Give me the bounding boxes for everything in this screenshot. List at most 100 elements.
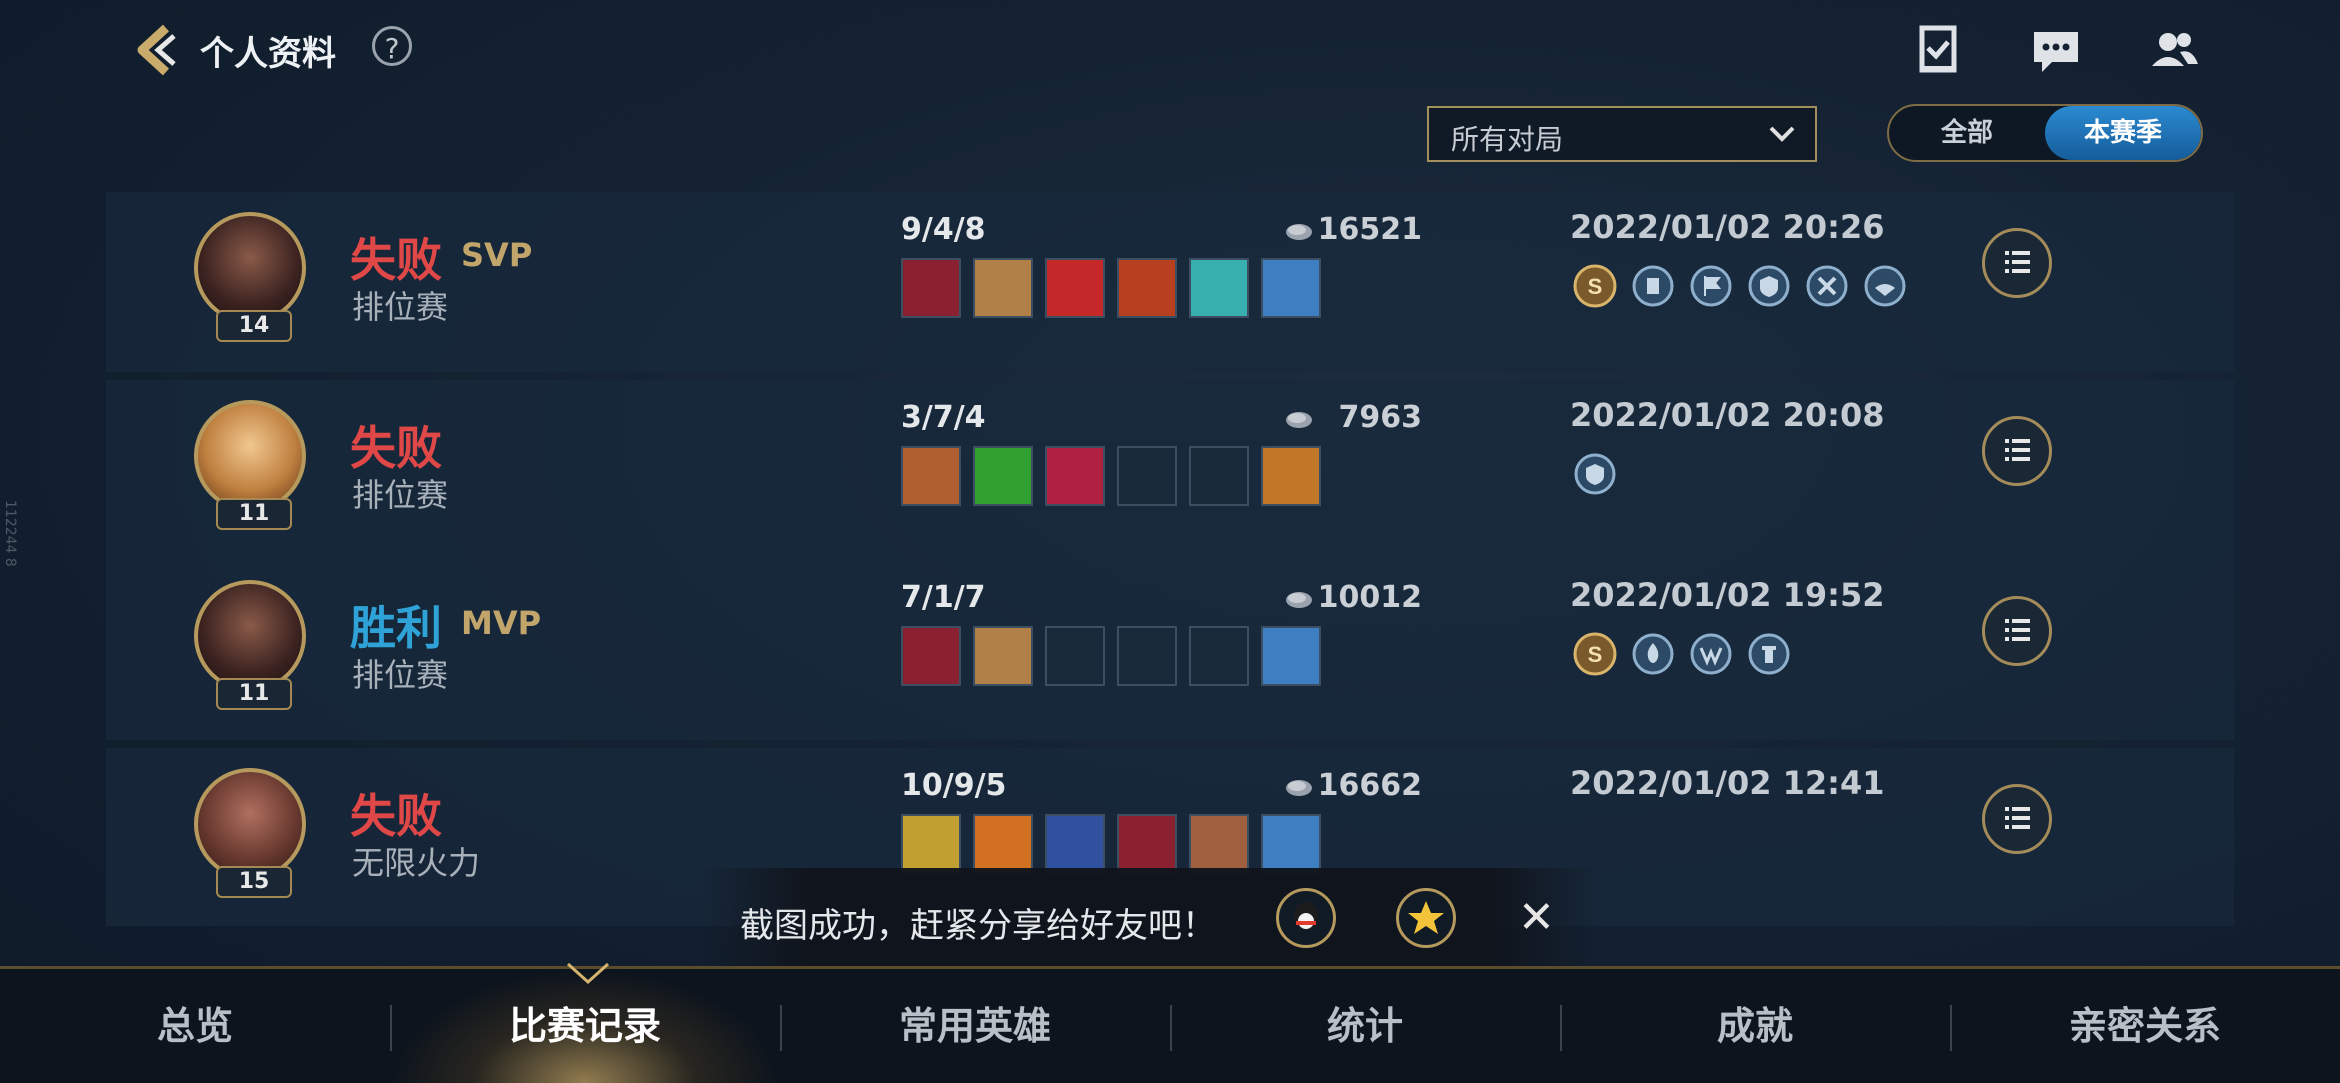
item-slot <box>1117 258 1177 318</box>
tab-statistics[interactable]: 统计 <box>1170 969 1560 1083</box>
tab-relationships[interactable]: 亲密关系 <box>1950 969 2340 1083</box>
qzone-star-icon <box>1408 901 1444 934</box>
match-detail-button[interactable] <box>1982 228 2052 298</box>
back-button[interactable] <box>130 22 186 78</box>
help-button[interactable]: ? <box>372 26 412 66</box>
game-mode: 排位赛 <box>352 476 449 514</box>
match-result: 失败 <box>350 421 442 475</box>
match-row[interactable]: 11 胜利 MVP 排位赛 7/1/7 10012 2022/01/02 19:… <box>106 560 2234 740</box>
tab-achievements[interactable]: 成就 <box>1560 969 1950 1083</box>
hero-level: 11 <box>216 678 292 710</box>
item-slot-empty <box>1117 446 1177 506</box>
performance-badge: MVP <box>461 604 542 642</box>
side-identifier: 112244 8 <box>2 500 18 567</box>
page-title: 个人资料 <box>200 34 336 74</box>
flag-medal-icon <box>1690 265 1732 307</box>
svg-text:S: S <box>1588 642 1603 667</box>
shield-medal-icon <box>1748 265 1790 307</box>
chat-button[interactable] <box>2026 20 2086 80</box>
item-slot-empty <box>1117 626 1177 686</box>
item-slot <box>1189 814 1249 874</box>
gold-amount: 10012 <box>1317 580 1422 615</box>
item-slot <box>1261 814 1321 874</box>
game-mode: 排位赛 <box>352 656 449 694</box>
match-result: 胜利 <box>350 601 442 655</box>
tab-match-history[interactable]: 比赛记录 <box>390 969 780 1083</box>
match-time: 2022/01/02 19:52 <box>1570 576 1885 614</box>
share-qzone-button[interactable] <box>1396 888 1456 948</box>
fire-medal-icon <box>1632 633 1674 675</box>
tab-overview[interactable]: 总览 <box>0 969 390 1083</box>
item-slot <box>1045 446 1105 506</box>
toggle-all[interactable]: 全部 <box>1889 106 2045 160</box>
share-qq-button[interactable] <box>1276 888 1336 948</box>
triple-kill-medal-icon <box>1632 265 1674 307</box>
item-slot <box>973 446 1033 506</box>
bottom-tab-bar: 总览 比赛记录 常用英雄 统计 成就 亲密关系 <box>0 966 2340 1083</box>
hero-avatar <box>194 580 306 692</box>
item-slot <box>901 814 961 874</box>
match-detail-button[interactable] <box>1982 416 2052 486</box>
sword-medal-icon <box>1806 265 1848 307</box>
item-slot <box>973 814 1033 874</box>
season-toggle[interactable]: 全部 本赛季 <box>1887 104 2203 162</box>
kda: 9/4/8 <box>901 212 986 247</box>
shield-medal-icon <box>1574 453 1616 495</box>
chat-icon <box>2034 32 2078 72</box>
wing-medal-icon <box>1690 633 1732 675</box>
performance-badge: SVP <box>461 236 533 274</box>
tower-medal-icon <box>1748 633 1790 675</box>
hero-level: 11 <box>216 498 292 530</box>
item-slot <box>1261 258 1321 318</box>
match-result: 失败 <box>350 233 442 287</box>
game-mode: 无限火力 <box>352 844 481 882</box>
assist-medal-icon <box>1864 265 1906 307</box>
task-icon <box>1919 25 1957 73</box>
chevron-down-icon <box>1769 126 1795 142</box>
match-result: 失败 <box>350 789 442 843</box>
kda: 10/9/5 <box>901 768 1007 803</box>
item-slot <box>1117 814 1177 874</box>
S-medal-icon: S <box>1573 264 1617 308</box>
item-slot <box>1189 258 1249 318</box>
tab-common-heroes[interactable]: 常用英雄 <box>780 969 1170 1083</box>
match-detail-button[interactable] <box>1982 784 2052 854</box>
hero-avatar <box>194 212 306 324</box>
kda: 3/7/4 <box>901 400 986 435</box>
toggle-current-season[interactable]: 本赛季 <box>2045 106 2201 160</box>
gold-coin-icon <box>1286 224 1312 240</box>
item-slot <box>1261 626 1321 686</box>
match-filter-dropdown[interactable]: 所有对局 <box>1427 106 1817 162</box>
list-icon <box>2005 807 2030 829</box>
svg-text:S: S <box>1588 274 1603 299</box>
item-slot <box>973 626 1033 686</box>
qq-icon <box>1294 902 1318 930</box>
item-slot <box>973 258 1033 318</box>
gold-coin-icon <box>1286 780 1312 796</box>
item-slot <box>901 626 961 686</box>
gold-coin-icon <box>1286 412 1312 428</box>
item-slot <box>1045 258 1105 318</box>
gold-amount: 16662 <box>1317 768 1422 803</box>
list-icon <box>2005 619 2030 641</box>
game-mode: 排位赛 <box>352 288 449 326</box>
friends-button[interactable] <box>2144 20 2204 80</box>
item-slot <box>901 446 961 506</box>
list-icon <box>2005 439 2030 461</box>
back-arrow-icon <box>137 24 176 76</box>
item-slot <box>901 258 961 318</box>
toast-close-button[interactable]: ✕ <box>1518 892 1555 943</box>
hero-level: 14 <box>216 310 292 342</box>
match-detail-button[interactable] <box>1982 596 2052 666</box>
match-time: 2022/01/02 12:41 <box>1570 764 1885 802</box>
match-row[interactable]: 11 失败 排位赛 3/7/4 7963 2022/01/02 20:08 <box>106 380 2234 560</box>
item-slot <box>1261 446 1321 506</box>
gold-coin-icon <box>1286 592 1312 608</box>
match-row[interactable]: 14 失败 SVP 排位赛 9/4/8 16521 2022/01/02 20:… <box>106 192 2234 372</box>
item-slot-empty <box>1189 626 1249 686</box>
hero-level: 15 <box>216 866 292 898</box>
screenshot-toast: 截图成功，赶紧分享给好友吧！ ✕ <box>700 868 1600 968</box>
kda: 7/1/7 <box>901 580 986 615</box>
hero-avatar <box>194 768 306 880</box>
task-button[interactable] <box>1908 20 1968 80</box>
